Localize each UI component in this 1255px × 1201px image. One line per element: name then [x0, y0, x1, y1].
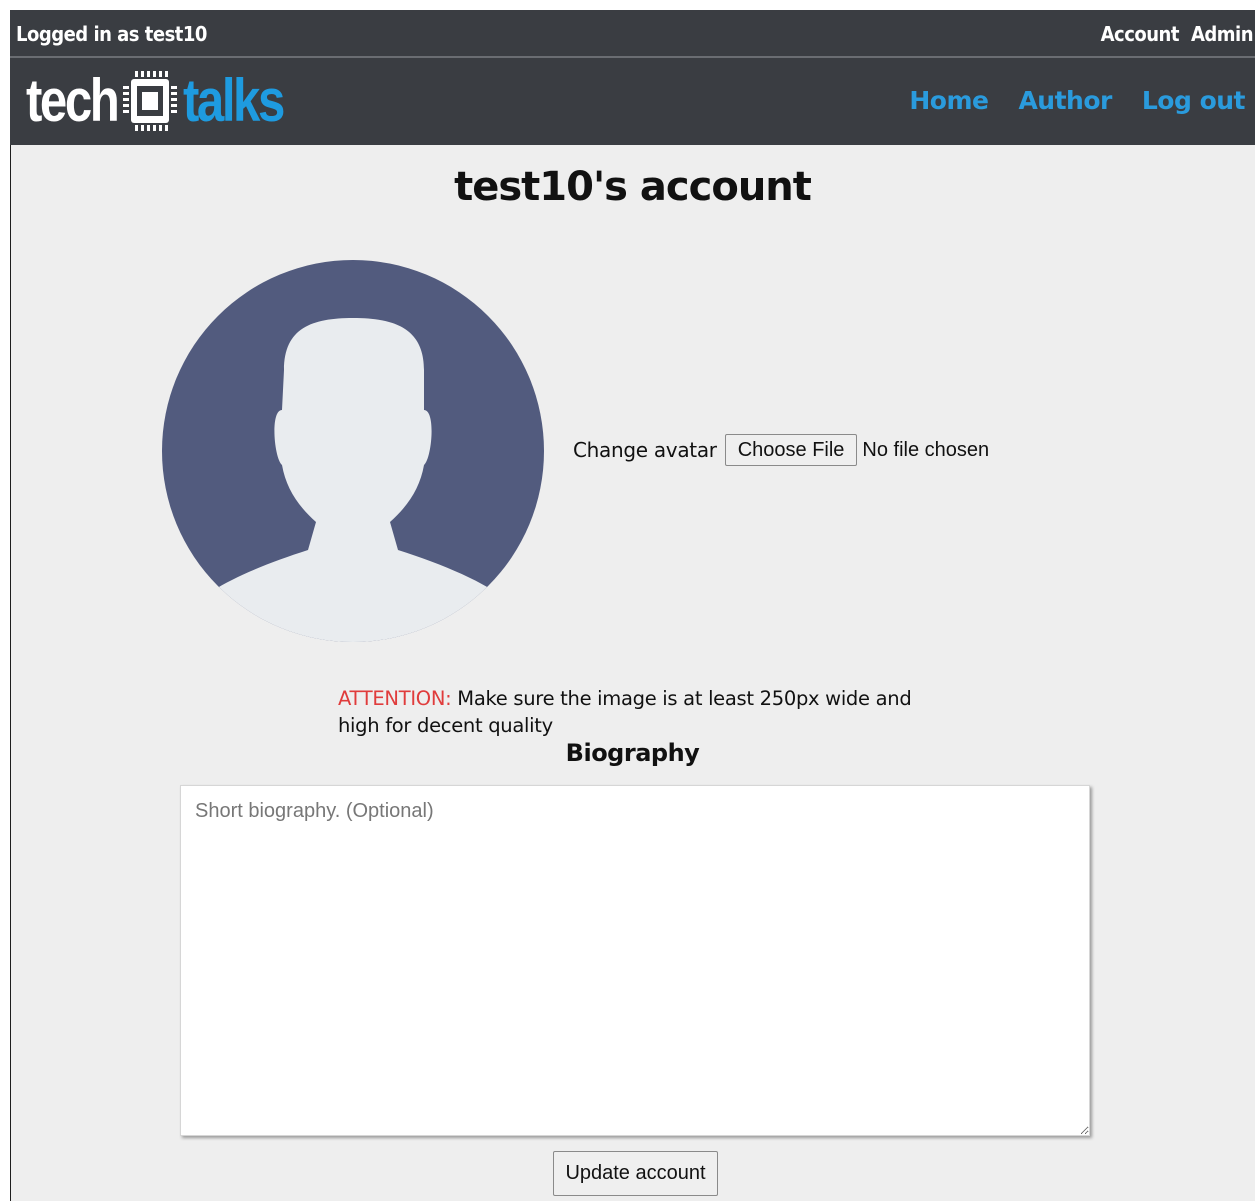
nav-author[interactable]: Author — [1018, 86, 1112, 115]
logo-talks-text: talks — [183, 67, 285, 134]
update-account-button[interactable]: Update account — [553, 1151, 718, 1196]
logo-tech-text: tech — [26, 67, 120, 134]
attention-label: ATTENTION: — [338, 687, 452, 710]
main-navbar: tech talks Home Author Log out — [10, 58, 1255, 145]
page-title: test10's account — [454, 164, 812, 210]
avatar-placeholder-icon — [162, 260, 544, 642]
admin-link[interactable]: Admin — [1191, 22, 1254, 46]
chip-icon — [123, 71, 178, 131]
logged-in-status: Logged in as test10 — [16, 22, 207, 46]
file-status-text: No file chosen — [862, 438, 990, 461]
change-avatar-label: Change avatar — [573, 438, 717, 462]
top-status-bar: Logged in as test10 Account Admin — [10, 10, 1255, 56]
attention-notice: ATTENTION: Make sure the image is at lea… — [338, 685, 958, 739]
top-links: Account Admin — [1101, 22, 1254, 46]
account-link[interactable]: Account — [1101, 22, 1180, 46]
nav-links: Home Author Log out — [909, 86, 1245, 115]
change-avatar-row: Change avatar Choose File No file chosen — [573, 434, 989, 466]
choose-file-button[interactable]: Choose File — [724, 434, 858, 466]
biography-textarea[interactable] — [180, 785, 1090, 1136]
page-frame: Logged in as test10 Account Admin tech t… — [10, 10, 1255, 1201]
biography-heading: Biography — [565, 739, 700, 767]
nav-logout[interactable]: Log out — [1142, 86, 1246, 115]
nav-home[interactable]: Home — [909, 86, 989, 115]
site-logo[interactable]: tech talks — [26, 68, 305, 134]
